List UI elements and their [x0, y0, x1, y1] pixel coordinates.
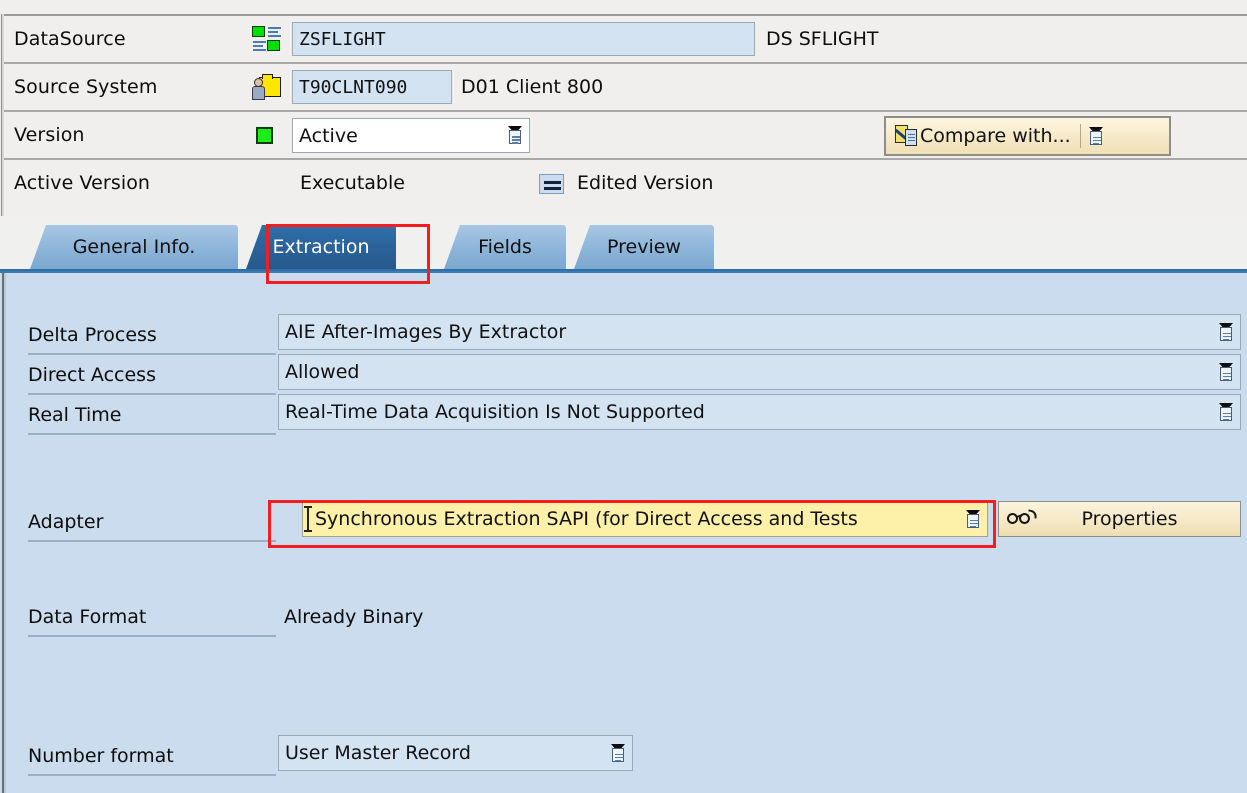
real-time-label-rule [28, 433, 276, 435]
adapter-label-rule [28, 540, 276, 542]
tab-general-info-label: General Info. [72, 236, 196, 258]
version-value: Active [299, 124, 358, 147]
extraction-panel: Delta Process AIE After-Images By Extrac… [0, 273, 1247, 793]
dropdown-icon[interactable] [1218, 322, 1234, 342]
tab-extraction[interactable]: Extraction [246, 225, 396, 269]
number-format-label-rule [28, 774, 276, 776]
version-label: Version [14, 124, 85, 146]
real-time-label: Real Time [28, 404, 122, 426]
edited-version-label: Edited Version [577, 172, 714, 194]
adapter-label: Adapter [28, 511, 104, 533]
direct-access-value: Allowed [285, 361, 360, 383]
number-format-select[interactable]: User Master Record [278, 735, 633, 771]
dropdown-icon[interactable] [1218, 362, 1234, 382]
tab-preview[interactable]: Preview [574, 225, 714, 269]
data-format-label: Data Format [28, 606, 147, 628]
adapter-value: Synchronous Extraction SAPI (for Direct … [315, 508, 858, 530]
direct-access-label: Direct Access [28, 364, 156, 386]
dropdown-icon[interactable] [507, 126, 523, 145]
direct-access-select[interactable]: Allowed [278, 354, 1241, 390]
adapter-input[interactable]: Synchronous Extraction SAPI (for Direct … [302, 501, 988, 537]
version-select[interactable]: Active [292, 118, 530, 153]
source-system-row: Source System T90CLNT090 D01 Client 800 [4, 64, 1247, 112]
number-format-value: User Master Record [285, 742, 471, 764]
version-row: Version Active Compare with... [4, 112, 1247, 160]
delta-process-label-rule [28, 353, 276, 355]
compare-with-label: Compare with... [920, 125, 1071, 147]
datasource-label: DataSource [14, 28, 126, 50]
green-status-square-icon [256, 127, 273, 144]
datasource-input[interactable]: ZSFLIGHT [292, 22, 755, 56]
dropdown-icon[interactable] [1088, 126, 1104, 146]
tab-fields[interactable]: Fields [444, 225, 566, 269]
compare-with-button[interactable]: Compare with... [884, 116, 1171, 156]
compare-button-separator [1079, 124, 1081, 148]
glasses-icon [1005, 509, 1038, 529]
source-system-description: D01 Client 800 [461, 76, 604, 98]
executable-label: Executable [300, 172, 405, 194]
number-format-label: Number format [28, 745, 174, 767]
delta-process-value: AIE After-Images By Extractor [285, 321, 567, 343]
dropdown-icon[interactable] [610, 743, 626, 763]
datasource-description: DS SFLIGHT [766, 28, 879, 50]
text-cursor [304, 506, 312, 532]
data-format-label-rule [28, 635, 276, 637]
datasource-grid-icon [252, 24, 284, 56]
direct-access-label-rule [28, 393, 276, 395]
compare-documents-icon [894, 124, 918, 148]
properties-button-label: Properties [1081, 508, 1178, 530]
tab-preview-label: Preview [607, 236, 681, 258]
source-system-label: Source System [14, 76, 158, 98]
dropdown-icon[interactable] [965, 509, 981, 529]
active-version-label: Active Version [14, 172, 151, 194]
datasource-row: DataSource ZSFLIGHT DS SFLIGHT [4, 16, 1247, 64]
header-area: DataSource ZSFLIGHT DS SFLIGHT Source Sy… [0, 0, 1247, 216]
tab-fields-label: Fields [478, 236, 532, 258]
equals-icon [539, 174, 564, 194]
version-status-row: Active Version Executable Edited Version [4, 160, 1247, 208]
dropdown-icon[interactable] [1218, 402, 1234, 422]
tab-strip: General Info. Extraction Fields Preview [0, 225, 1247, 269]
delta-process-label: Delta Process [28, 324, 157, 346]
properties-button[interactable]: Properties [998, 501, 1241, 537]
data-format-value: Already Binary [284, 606, 424, 628]
tab-extraction-label: Extraction [272, 236, 370, 258]
tab-general-info[interactable]: General Info. [30, 225, 238, 269]
real-time-select[interactable]: Real-Time Data Acquisition Is Not Suppor… [278, 394, 1241, 430]
delta-process-select[interactable]: AIE After-Images By Extractor [278, 314, 1241, 350]
sap-datasource-screen: DataSource ZSFLIGHT DS SFLIGHT Source Sy… [0, 0, 1247, 793]
source-system-input[interactable]: T90CLNT090 [292, 70, 452, 104]
source-system-person-folder-icon [252, 72, 284, 104]
real-time-value: Real-Time Data Acquisition Is Not Suppor… [285, 401, 705, 423]
